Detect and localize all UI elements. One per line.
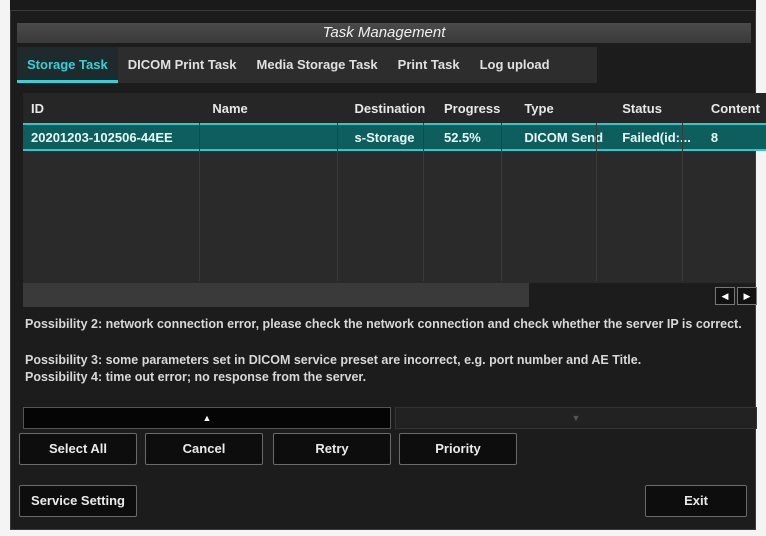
- select-all-button[interactable]: Select All: [19, 433, 137, 465]
- table-header-row: ID Name Destination Progress Type Status…: [23, 93, 766, 124]
- column-header-type[interactable]: Type: [516, 93, 615, 124]
- scroll-left-button[interactable]: ◀: [715, 287, 735, 305]
- exit-button[interactable]: Exit: [645, 485, 747, 517]
- arrow-right-icon: ▶: [743, 291, 751, 301]
- message-possibility-2: Possibility 2: network connection error,…: [25, 317, 742, 331]
- column-header-destination[interactable]: Destination: [346, 93, 436, 124]
- scroll-right-button[interactable]: ▶: [737, 287, 757, 305]
- tab-print-task[interactable]: Print Task: [388, 47, 470, 83]
- tab-dicom-print-task[interactable]: DICOM Print Task: [118, 47, 247, 83]
- horizontal-scrollbar[interactable]: [23, 283, 755, 307]
- window-title: Task Management: [17, 23, 751, 43]
- cell-progress: 52.5%: [435, 123, 517, 151]
- column-header-status[interactable]: Status: [614, 93, 703, 124]
- column-header-id[interactable]: ID: [23, 93, 205, 124]
- cell-content: 8: [702, 123, 766, 151]
- tab-media-storage-task[interactable]: Media Storage Task: [247, 47, 388, 83]
- cell-type: DICOM Send: [516, 123, 615, 151]
- table-row[interactable]: 20201203-102506-44EE s-Storage 52.5% DIC…: [23, 123, 766, 151]
- task-table: ID Name Destination Progress Type Status…: [23, 93, 766, 283]
- cell-name: [204, 123, 347, 151]
- task-management-window: Task Management Storage Task DICOM Print…: [10, 10, 766, 530]
- cell-id: 20201203-102506-44EE: [23, 123, 205, 151]
- scrollbar-thumb[interactable]: [23, 283, 529, 307]
- arrow-up-icon: ▲: [202, 413, 212, 423]
- cell-status: Failed(id:...: [614, 123, 703, 151]
- retry-button[interactable]: Retry: [273, 433, 391, 465]
- page-up-button[interactable]: ▲: [23, 407, 391, 429]
- column-header-content[interactable]: Content: [702, 93, 766, 124]
- message-possibility-3: Possibility 3: some parameters set in DI…: [25, 353, 642, 367]
- priority-button[interactable]: Priority: [399, 433, 517, 465]
- tab-storage-task[interactable]: Storage Task: [17, 47, 118, 83]
- column-header-progress[interactable]: Progress: [435, 93, 517, 124]
- cell-destination: s-Storage: [346, 123, 436, 151]
- arrow-left-icon: ◀: [721, 291, 729, 301]
- arrow-down-icon: ▼: [571, 413, 581, 423]
- page-down-button[interactable]: ▼: [395, 407, 757, 429]
- service-setting-button[interactable]: Service Setting: [19, 485, 137, 517]
- message-possibility-4: Possibility 4: time out error; no respon…: [25, 370, 367, 384]
- task-tabs: Storage Task DICOM Print Task Media Stor…: [17, 47, 597, 83]
- tab-log-upload[interactable]: Log upload: [470, 47, 560, 83]
- cancel-button[interactable]: Cancel: [145, 433, 263, 465]
- column-header-name[interactable]: Name: [204, 93, 347, 124]
